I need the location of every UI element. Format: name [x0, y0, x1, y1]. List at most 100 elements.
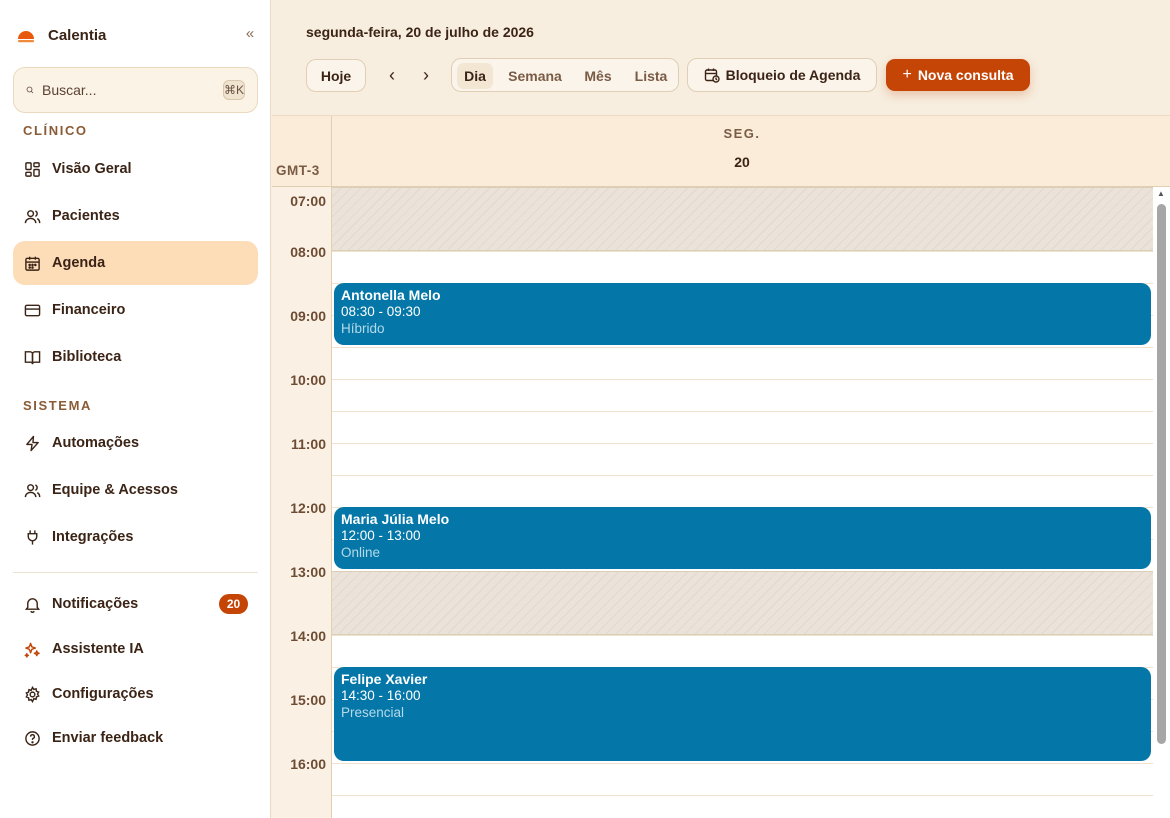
event-type: Online — [341, 545, 381, 560]
plug-icon — [23, 528, 41, 546]
event-type: Presencial — [341, 705, 405, 720]
sidebar-item-label: Biblioteca — [52, 349, 122, 365]
grid-line — [332, 251, 1153, 252]
main-area: segunda-feira, 20 de julho de 2026 Hoje … — [272, 0, 1170, 818]
sidebar-item-notificacoes[interactable]: Notificações 20 — [13, 582, 258, 626]
hour-label: 09:00 — [290, 308, 326, 324]
today-button[interactable]: Hoje — [306, 59, 366, 92]
grid-line — [332, 347, 1153, 348]
search-box[interactable]: ⌘K — [13, 67, 258, 113]
view-switcher: Dia Semana Mês Lista — [451, 58, 679, 92]
time-column: 07:00 08:00 09:00 10:00 11:00 12:00 13:0… — [272, 187, 332, 818]
section-label-system: SISTEMA — [23, 398, 92, 413]
sidebar-item-biblioteca[interactable]: Biblioteca — [13, 335, 258, 379]
tab-lista[interactable]: Lista — [629, 63, 673, 89]
tab-mes[interactable]: Mês — [577, 63, 619, 89]
appointment-event[interactable]: Felipe Xavier 14:30 - 16:00 Presencial — [334, 667, 1151, 761]
users-icon — [23, 207, 41, 225]
sidebar-item-label: Enviar feedback — [52, 730, 164, 746]
sidebar-item-label: Equipe & Acessos — [52, 482, 178, 498]
brand-name: Calentia — [48, 26, 107, 44]
plus-icon: + — [902, 66, 912, 83]
page-title: segunda-feira, 20 de julho de 2026 — [306, 24, 534, 40]
sidebar-item-financeiro[interactable]: Financeiro — [13, 288, 258, 332]
sidebar-item-agenda[interactable]: Agenda — [13, 241, 258, 285]
sidebar-divider — [13, 572, 258, 573]
tab-dia[interactable]: Dia — [457, 63, 493, 89]
search-icon — [26, 86, 34, 94]
scroll-up-arrow-icon[interactable]: ▲ — [1156, 189, 1166, 199]
sidebar-item-pacientes[interactable]: Pacientes — [13, 194, 258, 238]
double-chevron-left-icon[interactable]: « — [241, 25, 259, 43]
hour-label: 14:00 — [290, 628, 326, 644]
hour-label: 13:00 — [290, 564, 326, 580]
grid-line — [332, 411, 1153, 412]
grid-icon — [23, 160, 41, 178]
sidebar-item-label: Configurações — [52, 686, 154, 702]
sidebar-item-label: Assistente IA — [52, 641, 144, 657]
event-time: 14:30 - 16:00 — [341, 688, 421, 703]
sidebar: Calentia « ⌘K CLÍNICO Visão Geral Pacien… — [0, 0, 271, 818]
bell-icon — [23, 595, 41, 613]
sidebar-item-label: Automações — [52, 435, 140, 451]
new-appointment-label: Nova consulta — [917, 67, 1014, 83]
sidebar-item-label: Integrações — [52, 529, 134, 545]
sidebar-item-equipe-acessos[interactable]: Equipe & Acessos — [13, 468, 258, 512]
sidebar-item-integracoes[interactable]: Integrações — [13, 515, 258, 559]
block-schedule-button[interactable]: Bloqueio de Agenda — [687, 58, 877, 92]
grid-line — [332, 379, 1153, 380]
blocked-period[interactable] — [332, 571, 1153, 635]
user-group-icon — [23, 481, 41, 499]
sidebar-item-automacoes[interactable]: Automações — [13, 421, 258, 465]
sidebar-item-visao-geral[interactable]: Visão Geral — [13, 147, 258, 191]
chevron-left-icon[interactable]: ‹ — [383, 66, 401, 84]
sidebar-item-assistente-ia[interactable]: Assistente IA — [13, 627, 258, 671]
gear-icon — [23, 685, 41, 703]
section-label-clinical: CLÍNICO — [23, 123, 88, 138]
timezone-column: GMT-3 — [272, 116, 332, 188]
zap-icon — [23, 434, 41, 452]
calendar-header: GMT-3 SEG. 20 — [272, 115, 1170, 188]
scrollbar-thumb[interactable] — [1157, 204, 1166, 744]
calendar-icon — [23, 254, 41, 272]
sidebar-item-configuracoes[interactable]: Configurações — [13, 672, 258, 716]
event-patient-name: Maria Júlia Melo — [341, 511, 450, 527]
timezone-label: GMT-3 — [276, 163, 320, 178]
event-time: 08:30 - 09:30 — [341, 304, 421, 319]
event-time: 12:00 - 13:00 — [341, 528, 421, 543]
event-patient-name: Felipe Xavier — [341, 671, 428, 687]
new-appointment-button[interactable]: + Nova consulta — [886, 59, 1030, 91]
event-patient-name: Antonella Melo — [341, 287, 441, 303]
chevron-right-icon[interactable]: › — [417, 66, 435, 84]
hour-label: 12:00 — [290, 500, 326, 516]
sidebar-item-enviar-feedback[interactable]: Enviar feedback — [13, 716, 258, 760]
credit-card-icon — [23, 301, 41, 319]
day-number[interactable]: 20 — [332, 154, 1152, 170]
appointment-event[interactable]: Antonella Melo 08:30 - 09:30 Híbrido — [334, 283, 1151, 345]
calendar-grid[interactable]: 07:00 08:00 09:00 10:00 11:00 12:00 13:0… — [272, 187, 1170, 818]
help-circle-icon — [23, 729, 41, 747]
sidebar-item-label: Agenda — [52, 255, 106, 271]
grid-line — [332, 635, 1153, 636]
grid-line — [332, 763, 1153, 764]
notification-count-badge: 20 — [219, 594, 248, 614]
grid-line — [332, 795, 1153, 796]
search-shortcut: ⌘K — [222, 80, 245, 100]
hour-label: 10:00 — [290, 372, 326, 388]
blocked-period[interactable] — [332, 187, 1153, 251]
event-type: Híbrido — [341, 321, 385, 336]
appointment-event[interactable]: Maria Júlia Melo 12:00 - 13:00 Online — [334, 507, 1151, 569]
vertical-scrollbar[interactable]: ▲ — [1153, 187, 1170, 818]
tab-semana[interactable]: Semana — [503, 63, 567, 89]
sidebar-item-label: Notificações — [52, 596, 139, 612]
sidebar-item-label: Visão Geral — [52, 161, 132, 177]
sidebar-item-label: Pacientes — [52, 208, 120, 224]
search-input[interactable] — [41, 82, 223, 98]
hour-label: 15:00 — [290, 692, 326, 708]
sparkles-icon — [23, 640, 41, 658]
grid-line — [332, 443, 1153, 444]
brand[interactable]: Calentia — [16, 24, 106, 46]
hour-label: 08:00 — [290, 244, 326, 260]
grid-line — [332, 475, 1153, 476]
calendar-clock-icon — [704, 68, 720, 83]
